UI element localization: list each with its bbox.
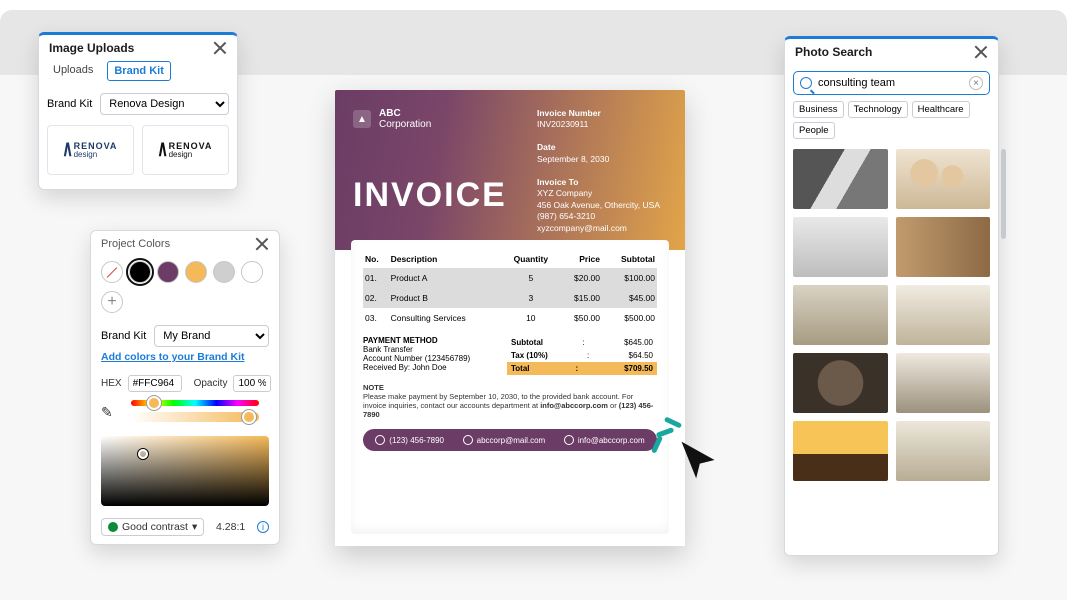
logo-thumbnail[interactable]: /\ RENOVAdesign (47, 125, 134, 175)
brand-kit-select[interactable]: Renova Design (100, 93, 229, 115)
swatch-white[interactable] (241, 261, 263, 283)
alpha-slider[interactable] (131, 412, 259, 422)
contrast-dropdown[interactable]: Good contrast ▾ (101, 518, 204, 536)
check-icon (108, 522, 118, 532)
image-uploads-panel: Image Uploads Uploads Brand Kit Brand Ki… (38, 32, 238, 190)
swatch-amber[interactable] (185, 261, 207, 283)
photo-search-title: Photo Search (795, 45, 872, 59)
hue-slider[interactable] (131, 400, 259, 406)
invoice-meta: Invoice NumberINV20230911 DateSeptember … (537, 108, 667, 234)
close-icon[interactable] (974, 45, 988, 59)
contrast-ratio: 4.28:1 (216, 521, 245, 533)
hex-label: HEX (101, 378, 122, 389)
globe-icon (564, 435, 574, 445)
photo-result[interactable] (793, 149, 888, 209)
swatch-plum[interactable] (157, 261, 179, 283)
photo-result[interactable] (793, 353, 888, 413)
filter-chip[interactable]: Healthcare (912, 101, 970, 118)
filter-chip[interactable]: People (793, 122, 835, 139)
clear-search-button[interactable]: × (969, 76, 983, 90)
company-logo-icon: ▲ (353, 110, 371, 128)
brand-kit-select[interactable]: My Brand (154, 325, 269, 347)
brand-kit-label: Brand Kit (101, 330, 146, 342)
photo-search-input[interactable] (818, 77, 963, 89)
add-colors-link[interactable]: Add colors to your Brand Kit (91, 351, 279, 371)
invoice-footer: (123) 456-7890 abccorp@mail.com info@abc… (363, 429, 657, 451)
filter-chip[interactable]: Technology (848, 101, 908, 118)
photo-result[interactable] (896, 353, 991, 413)
photo-result[interactable] (793, 217, 888, 277)
brand-kit-label: Brand Kit (47, 98, 92, 110)
photo-result[interactable] (896, 149, 991, 209)
search-icon (800, 77, 812, 89)
invoice-note: NOTE Please make payment by September 10… (363, 383, 657, 419)
photo-result[interactable] (793, 421, 888, 481)
eyedropper-icon[interactable]: ✎ (101, 404, 113, 421)
saturation-value-picker[interactable] (101, 436, 269, 506)
invoice-table: No. Description Quantity Price Subtotal … (363, 250, 657, 328)
project-colors-panel: Project Colors + Brand Kit My Brand Add … (90, 230, 280, 545)
invoice-document[interactable]: ▲ ABCCorporation INVOICE Invoice NumberI… (335, 90, 685, 546)
filter-chip[interactable]: Business (793, 101, 844, 118)
image-uploads-title: Image Uploads (49, 41, 134, 55)
photo-result[interactable] (896, 217, 991, 277)
table-row: 03.Consulting Services 10$50.00$500.00 (363, 308, 657, 328)
opacity-label: Opacity (194, 378, 228, 389)
close-icon[interactable] (255, 237, 269, 251)
swatch-none[interactable] (101, 261, 123, 283)
chevron-down-icon: ▾ (192, 521, 197, 533)
project-colors-title: Project Colors (101, 238, 170, 250)
swatch-black[interactable] (129, 261, 151, 283)
invoice-totals: Subtotal:$645.00 Tax (10%):$64.50 Total:… (507, 336, 657, 375)
photo-search-panel: Photo Search × Business Technology Healt… (784, 36, 999, 556)
photo-result[interactable] (896, 421, 991, 481)
logo-thumbnail[interactable]: /\ RENOVAdesign (142, 125, 229, 175)
phone-icon (375, 435, 385, 445)
opacity-input[interactable] (233, 375, 271, 392)
info-icon[interactable]: i (257, 521, 269, 533)
table-row: 01.Product A 5$20.00$100.00 (363, 268, 657, 288)
photo-result[interactable] (793, 285, 888, 345)
swatch-grey[interactable] (213, 261, 235, 283)
mail-icon (463, 435, 473, 445)
payment-method: PAYMENT METHOD Bank Transfer Account Num… (363, 336, 497, 375)
tab-uploads[interactable]: Uploads (47, 61, 99, 81)
table-row: 02.Product B 3$15.00$45.00 (363, 288, 657, 308)
tab-brand-kit[interactable]: Brand Kit (107, 61, 171, 81)
close-icon[interactable] (213, 41, 227, 55)
add-swatch-button[interactable]: + (101, 291, 123, 313)
photo-result[interactable] (896, 285, 991, 345)
hex-input[interactable] (128, 375, 182, 392)
